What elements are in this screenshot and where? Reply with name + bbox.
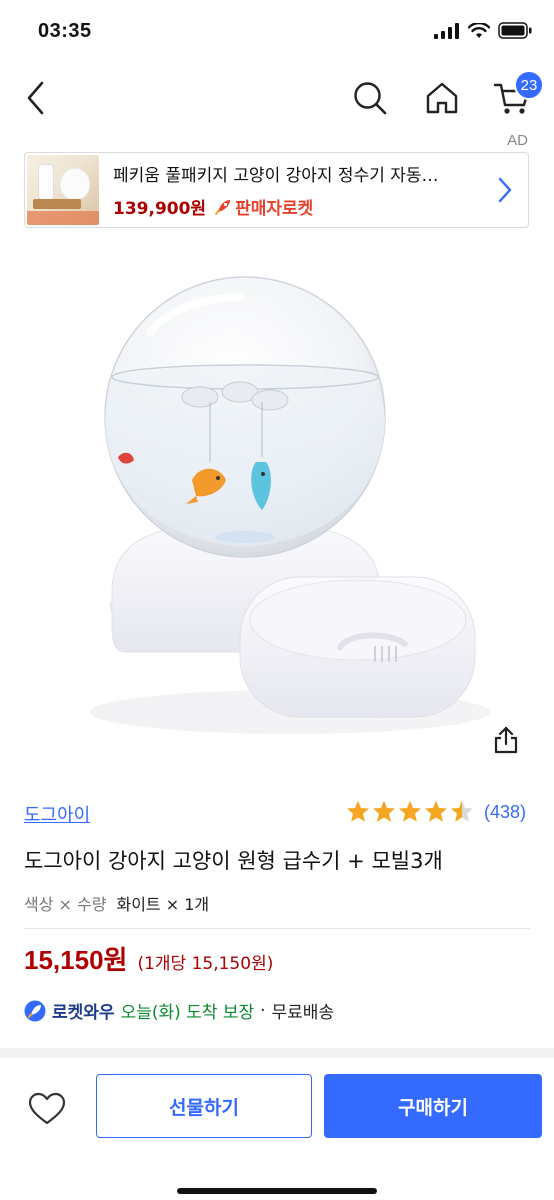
chevron-right-icon: [498, 177, 512, 203]
section-gap: [0, 1048, 554, 1058]
home-indicator: [177, 1188, 377, 1194]
share-button[interactable]: [486, 720, 526, 760]
status-icons: [434, 22, 532, 39]
heart-icon: [28, 1092, 66, 1125]
product-price: 15,150원: [24, 945, 128, 975]
signal-icon: [434, 22, 459, 39]
water-dispenser-image: [90, 276, 490, 734]
price-row: 15,150원 (1개당 15,150원): [24, 940, 273, 977]
status-bar: 03:35: [0, 0, 554, 64]
cart-button[interactable]: 23: [490, 70, 544, 120]
buy-button[interactable]: 구매하기: [324, 1074, 542, 1138]
back-button[interactable]: [14, 76, 58, 120]
bottom-action-bar: 선물하기 구매하기: [0, 1058, 554, 1200]
ad-price: 139,900원: [113, 199, 207, 219]
delivery-separator: ·: [260, 1000, 266, 1021]
battery-icon: [498, 22, 532, 39]
unit-price: (1개당 15,150원): [137, 954, 274, 974]
divider: [24, 928, 530, 929]
cart-count-badge: 23: [514, 70, 544, 100]
ad-title: 페키움 풀패키지 고양이 강아지 정수기 자동…: [113, 166, 439, 186]
star-rating-icon: [347, 800, 473, 822]
option-row[interactable]: 색상 × 수량 화이트 × 1개: [24, 891, 209, 915]
product-image: [0, 252, 554, 772]
ad-thumbnail: [27, 155, 99, 225]
ad-rocket-label: 판매자로켓: [235, 199, 314, 219]
rocket-wow-icon: [24, 1000, 46, 1021]
brand-link[interactable]: 도그아이: [24, 801, 90, 827]
product-rating[interactable]: (438): [346, 799, 526, 825]
ad-chevron: [490, 177, 520, 203]
product-title: 도그아이 강아지 고양이 원형 급수기 + 모빌3개: [24, 849, 443, 873]
home-button[interactable]: [420, 76, 464, 120]
status-time: 03:35: [38, 20, 92, 42]
ad-label: AD: [507, 132, 528, 149]
option-keys: 색상 × 수량: [24, 895, 107, 914]
home-icon: [426, 82, 458, 114]
search-button[interactable]: [348, 76, 392, 120]
delivery-date: 오늘(화) 도착 보장: [120, 1003, 255, 1023]
wishlist-button[interactable]: [24, 1086, 70, 1132]
share-icon: [494, 726, 518, 754]
option-values: 화이트 × 1개: [116, 895, 210, 914]
ad-rocket-badge: 판매자로켓: [214, 194, 313, 219]
wifi-icon: [468, 22, 490, 38]
free-shipping-label: 무료배송: [271, 1003, 335, 1023]
search-icon: [354, 82, 387, 115]
delivery-row: 로켓와우 오늘(화) 도착 보장 · 무료배송: [24, 998, 334, 1023]
rocket-icon: [215, 199, 231, 215]
nav-bar: 23: [0, 64, 554, 130]
ad-banner[interactable]: 페키움 풀패키지 고양이 강아지 정수기 자동… 139,900원 판매자로켓: [24, 152, 529, 228]
chevron-left-icon: [27, 81, 44, 115]
rating-count: (438): [484, 801, 527, 822]
gift-button[interactable]: 선물하기: [96, 1074, 312, 1138]
rocket-wow-label: 로켓와우: [52, 1003, 115, 1023]
